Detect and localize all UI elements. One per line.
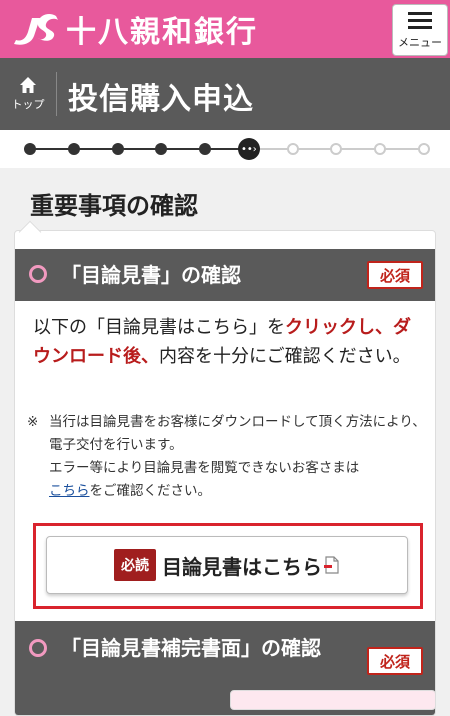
home-icon [20,77,36,93]
progress-line-done [30,148,249,150]
step-dot-done [24,143,36,155]
item-title: 「目論見書」の確認 [61,263,241,287]
step-dot-todo [286,143,299,155]
document-icon [324,556,339,574]
must-read-badge: 必読 [114,549,156,581]
electronic-delivery-note: ※ 当行は目論見書をお客様にダウンロードして頂く方法により、電子交付を行います。… [27,411,427,503]
prospectus-download-button[interactable]: 必読 目論見書はこちら [46,536,408,594]
top-label: トップ [11,98,45,111]
divider [56,72,57,116]
title-bar: トップ 投信購入申込 [0,58,450,130]
note-line-2: エラー等により目論見書を閲覧できないお客さまは こちらをご確認ください。 [49,457,427,503]
required-badge: 必須 [367,647,423,675]
bank-logo-mark [14,14,58,45]
note-line-2-text: エラー等により目論見書を閲覧できないお客さまは [49,460,360,476]
instruction-text: 以下の「目論見書はこちら」をクリックし、ダウンロード後、内容を十分にご確認くださ… [33,313,423,371]
step-dot-done [199,143,212,155]
status-ring-icon [29,265,47,283]
step-dot-todo [418,143,430,155]
step-progress: ••› [0,130,450,168]
note-line-1: 当行は目論見書をお客様にダウンロードして頂く方法により、電子交付を行います。 [49,414,426,453]
top-link[interactable]: トップ [0,58,56,130]
required-badge: 必須 [367,261,423,289]
status-ring-icon [29,639,47,657]
step-dot-done [155,143,168,155]
download-highlight-frame: 必読 目論見書はこちら [33,523,423,609]
download-label: 目論見書はこちら [162,554,322,579]
step-dot-done [67,143,80,155]
confirmation-card: 「目論見書」の確認 必須 以下の「目論見書はこちら」をクリックし、ダウンロード後… [14,230,436,716]
item-title: 「目論見書補完書面」の確認 [61,636,321,660]
note-link[interactable]: こちら [49,483,90,499]
menu-label: メニュー [398,36,442,49]
instruction-text-before: 以下の「目論見書はこちら」を [33,317,285,338]
note-mark: ※ [27,414,39,430]
note-line-3: をご確認ください。 [89,483,212,499]
step-dot-todo [330,143,343,155]
section-heading: 重要事項の確認 [30,192,198,220]
step-dot-todo [374,143,387,155]
hamburger-icon [408,12,432,29]
app-header: 十八親和銀行 メニュー [0,0,450,58]
instruction-text-after: 内容を十分にご確認ください。 [159,346,411,367]
next-card-edge [230,690,436,710]
menu-button[interactable]: メニュー [392,4,448,56]
item-header-prospectus: 「目論見書」の確認 必須 [15,249,435,301]
page-title: 投信購入申込 [68,82,254,117]
bank-logo[interactable]: 十八親和銀行 [12,8,258,50]
step-dot-done [111,143,124,155]
step-dot-current: ••› [237,138,260,160]
bank-name: 十八親和銀行 [66,15,258,50]
